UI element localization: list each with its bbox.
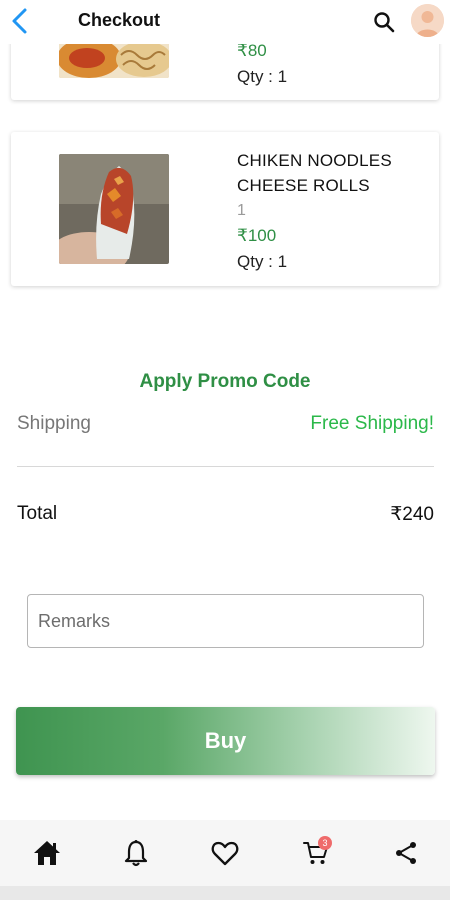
total-value: ₹240 [390,504,434,525]
app-header: Checkout [0,0,450,44]
shipping-label: Shipping [17,413,91,434]
back-button[interactable] [6,6,32,36]
avatar[interactable] [411,4,444,37]
nav-notifications[interactable] [119,836,153,870]
bell-icon [124,840,148,867]
divider [17,466,434,467]
user-avatar-icon [411,4,444,37]
search-button[interactable] [370,8,398,36]
shipping-row: Shipping Free Shipping! [17,413,434,439]
product-info: CHIKEN NOODLES CHEESE ROLLS 1 ₹100 Qty :… [237,148,392,276]
nav-share[interactable] [389,836,423,870]
product-name-line2: CHEESE ROLLS [237,176,370,195]
nav-home[interactable] [30,836,64,870]
buy-button[interactable]: Buy [16,707,435,775]
product-price: ₹100 [237,226,277,245]
system-bar [0,886,450,900]
product-info: ₹80 Qty : 1 [237,38,287,91]
product-qty: Qty : 1 [237,67,288,86]
cart-badge: 3 [318,836,332,850]
nav-wishlist[interactable] [208,836,242,870]
total-row: Total ₹240 [17,503,434,529]
chevron-left-icon [12,8,27,34]
bottom-nav: 3 [0,820,450,886]
remarks-input[interactable] [27,594,424,648]
product-qty: Qty : 1 [237,252,288,271]
shipping-value: Free Shipping! [310,413,434,434]
buy-label: Buy [204,728,247,753]
apply-promo-code-link[interactable]: Apply Promo Code [0,371,450,393]
total-label: Total [17,503,58,524]
home-icon [34,841,60,865]
nav-cart[interactable]: 3 [299,836,333,870]
product-name-line1: CHIKEN NOODLES [237,151,392,170]
share-icon [396,842,416,864]
heart-icon [211,841,239,866]
cart-item-card: CHIKEN NOODLES CHEESE ROLLS 1 ₹100 Qty :… [11,132,439,286]
page-title: Checkout [78,10,161,30]
product-image [59,154,169,264]
search-icon [374,12,395,33]
product-variant: 1 [237,202,246,219]
